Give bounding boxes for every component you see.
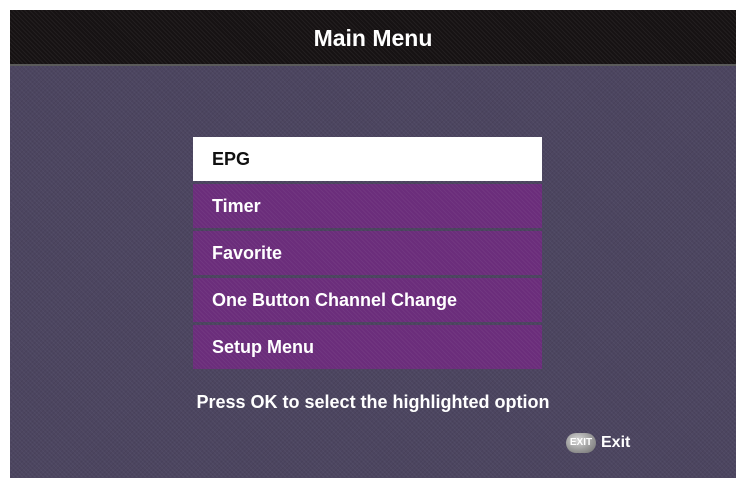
menu-item-label: Favorite — [212, 243, 283, 263]
menu-item-setup-menu[interactable]: Setup Menu — [193, 325, 542, 369]
exit-icon: EXIT — [566, 433, 596, 453]
menu-item-epg[interactable]: EPG — [193, 137, 542, 181]
menu-item-one-button-channel-change[interactable]: One Button Channel Change — [193, 278, 542, 322]
tv-screen: Main Menu EPG Timer Favorite One Button … — [10, 10, 736, 478]
main-menu-list: EPG Timer Favorite One Button Channel Ch… — [193, 137, 542, 372]
menu-item-label: One Button Channel Change — [212, 290, 457, 310]
menu-item-label: Setup Menu — [212, 337, 314, 357]
menu-item-timer[interactable]: Timer — [193, 184, 542, 228]
exit-label: Exit — [601, 434, 631, 451]
instruction-text: Press OK to select the highlighted optio… — [196, 392, 550, 412]
menu-item-favorite[interactable]: Favorite — [193, 231, 542, 275]
exit-button[interactable]: EXIT Exit — [566, 431, 630, 455]
page-title: Main Menu — [313, 25, 433, 51]
menu-item-label: EPG — [212, 149, 251, 169]
title-bar: Main Menu — [10, 10, 736, 66]
menu-item-label: Timer — [212, 196, 261, 216]
